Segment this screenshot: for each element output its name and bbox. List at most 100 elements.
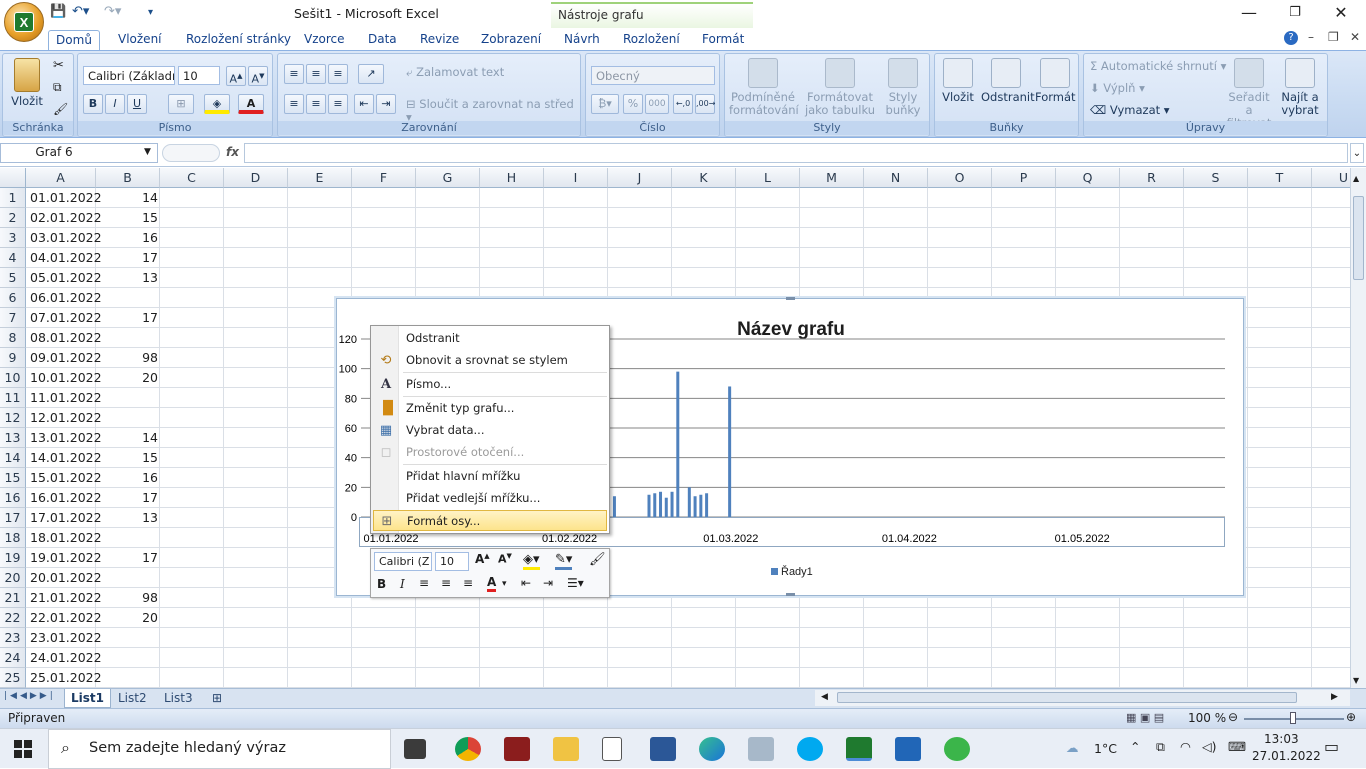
cell-a[interactable]: 09.01.2022 [30,348,102,368]
tab-design[interactable]: Návrh [564,30,600,50]
tab-home[interactable]: Domů [48,30,100,50]
menu-delete[interactable]: Odstranit [373,328,607,349]
mini-size-combo[interactable]: 10 [435,552,469,571]
decrease-indent-icon[interactable]: ⇤ [354,94,374,114]
column-header-u[interactable]: U [1312,168,1350,188]
autosum-button[interactable]: Σ Automatické shrnutí ▾ [1090,60,1226,73]
row-header[interactable]: 3 [0,228,26,248]
chart-bar[interactable] [705,493,709,517]
column-header-b[interactable]: B [96,168,160,188]
cell-b[interactable]: 17 [96,308,158,328]
chart-bar[interactable] [693,496,697,517]
cell-b[interactable] [96,388,158,408]
row-header[interactable]: 10 [0,368,26,388]
row-header[interactable]: 25 [0,668,26,688]
chart-bar[interactable] [676,371,680,517]
taskbar-search-box[interactable]: ⌕ Sem zadejte hledaný výraz [48,729,391,769]
row-header[interactable]: 14 [0,448,26,468]
column-header-p[interactable]: P [992,168,1056,188]
customize-qat-icon[interactable]: ▾ [148,7,153,18]
horizontal-scroll-thumb[interactable] [837,692,1297,703]
scroll-down-icon[interactable]: ▼ [1353,676,1359,685]
ribbon-minimize-icon[interactable]: – [1308,30,1314,44]
cell-b[interactable]: 14 [96,188,158,208]
save-icon[interactable]: 💾 [50,4,66,19]
cell-a[interactable]: 07.01.2022 [30,308,102,328]
column-header-q[interactable]: Q [1056,168,1120,188]
italic-button[interactable]: I [105,94,125,114]
fill-color-icon[interactable]: ◈ [204,94,230,114]
sheet-tab-list2[interactable]: List2 [112,689,153,708]
cell-a[interactable]: 24.01.2022 [30,648,102,668]
mini-font-combo[interactable]: Calibri (Z [374,552,432,571]
zoom-slider-thumb[interactable] [1290,712,1296,724]
cell-a[interactable]: 04.01.2022 [30,248,102,268]
excel-taskbar-icon[interactable] [846,737,872,761]
volume-icon[interactable]: ◁) [1202,739,1217,754]
row-header[interactable]: 23 [0,628,26,648]
mini-bold-button[interactable]: B [377,577,386,591]
edge-icon[interactable] [699,737,725,761]
cell-a[interactable]: 16.01.2022 [30,488,102,508]
row-header[interactable]: 19 [0,548,26,568]
insert-sheet-icon[interactable]: ⊞ [206,689,228,708]
mini-bullets-icon[interactable]: ☰▾ [567,576,584,590]
notification-icon[interactable]: ▭ [1324,737,1339,756]
scroll-left-icon[interactable]: ◀ [821,692,828,702]
mini-font-color-icon[interactable]: A [487,575,497,592]
tab-layout[interactable]: Rozložení [623,30,680,50]
column-header-e[interactable]: E [288,168,352,188]
sheet-nav-icons[interactable]: |◀◀▶▶| [4,691,56,701]
tab-data[interactable]: Data [368,30,397,50]
word-icon[interactable] [650,737,676,761]
ribbon-restore-icon[interactable]: ❐ [1328,30,1339,44]
windows-start-icon[interactable] [14,740,32,758]
chrome-icon[interactable] [455,737,481,761]
format-cells-button[interactable]: Formát [1035,58,1076,104]
mini-align-right-icon[interactable]: ≡ [463,576,473,590]
cell-b[interactable]: 20 [96,608,158,628]
cell-b[interactable] [96,288,158,308]
cell-b[interactable]: 16 [96,228,158,248]
row-header[interactable]: 7 [0,308,26,328]
chart-bar[interactable] [612,496,616,517]
sheet-tab-list3[interactable]: List3 [158,689,199,708]
paint-icon[interactable] [748,737,774,761]
cell-a[interactable]: 21.01.2022 [30,588,102,608]
copy-icon[interactable]: ⧉ [53,80,62,95]
cell-b[interactable]: 14 [96,428,158,448]
mini-font-color-dropdown-icon[interactable]: ▾ [502,579,507,589]
row-header[interactable]: 11 [0,388,26,408]
task-view-icon[interactable] [404,739,426,759]
cell-a[interactable]: 15.01.2022 [30,468,102,488]
row-header[interactable]: 2 [0,208,26,228]
column-header-i[interactable]: I [544,168,608,188]
cell-a[interactable]: 01.01.2022 [30,188,102,208]
cell-b[interactable]: 17 [96,248,158,268]
cell-a[interactable]: 22.01.2022 [30,608,102,628]
cell-b[interactable]: 17 [96,488,158,508]
insert-cells-button[interactable]: Vložit [939,58,977,104]
cell-a[interactable]: 14.01.2022 [30,448,102,468]
tab-review[interactable]: Revize [420,30,459,50]
tab-page-layout[interactable]: Rozložení stránky [186,30,291,50]
menu-font[interactable]: A Písmo... [373,374,607,395]
wifi-icon[interactable]: ◠ [1180,739,1191,754]
decrease-decimal-icon[interactable]: ,00→ [695,94,715,114]
office-button[interactable]: X [4,2,44,42]
view-buttons[interactable]: ▦ ▣ ▤ [1126,711,1164,724]
sort-filter-button[interactable]: Seřadit a filtrovat [1224,58,1274,130]
column-header-c[interactable]: C [160,168,224,188]
chart-legend[interactable]: Řady1 [771,566,813,578]
chart-bar[interactable] [699,494,703,517]
name-box-dropdown-icon[interactable]: ▼ [144,147,151,157]
delete-cells-button[interactable]: Odstranit [981,58,1035,104]
cell-b[interactable] [96,568,158,588]
photos-icon[interactable] [895,737,921,761]
align-top-icon[interactable]: ≡ [284,64,304,84]
underline-button[interactable]: U [127,94,147,114]
row-header[interactable]: 22 [0,608,26,628]
menu-select-data[interactable]: ▦ Vybrat data... [373,420,607,441]
align-middle-icon[interactable]: ≡ [306,64,326,84]
undo-icon[interactable]: ↶▾ [72,4,89,19]
